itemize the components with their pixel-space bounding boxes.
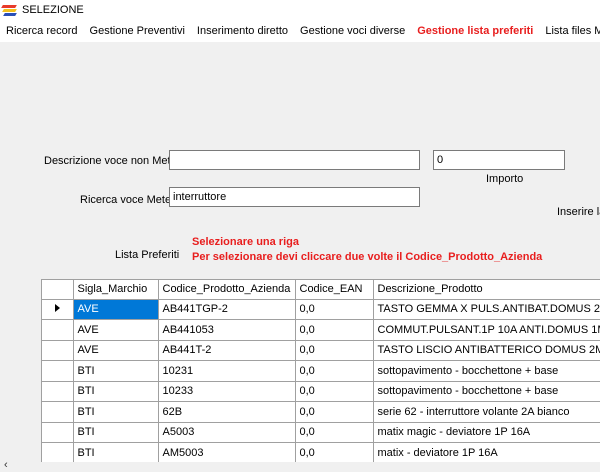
cell-codice-prodotto[interactable]: 10233 — [158, 381, 296, 402]
table-row[interactable]: AVE AB441053 0,0 COMMUT.PULSANT.1P 10A A… — [42, 319, 600, 341]
cell-descrizione[interactable]: TASTO GEMMA X PULS.ANTIBAT.DOMUS 2M — [373, 299, 600, 320]
hint-line1: Selezionare una riga — [192, 236, 299, 248]
ricerca-input[interactable] — [169, 187, 420, 207]
tab-gestione-voci-diverse[interactable]: Gestione voci diverse — [294, 20, 411, 42]
row-header[interactable] — [42, 340, 74, 361]
cell-codice-prodotto[interactable]: 10231 — [158, 360, 296, 382]
cell-codice-ean[interactable]: 0,0 — [295, 381, 374, 402]
cell-codice-prodotto[interactable]: AM5003 — [158, 442, 296, 462]
table-row[interactable]: BTI AM5003 0,0 matix - deviatore 1P 16A — [42, 442, 600, 462]
descrizione-label: Descrizione voce non Metel — [44, 155, 180, 167]
cell-sigla-marchio[interactable]: BTI — [73, 442, 159, 462]
table-row[interactable]: BTI A5003 0,0 matix magic - deviatore 1P… — [42, 422, 600, 443]
cell-codice-prodotto[interactable]: AB441TGP-2 — [158, 299, 296, 320]
cell-sigla-marchio[interactable]: BTI — [73, 360, 159, 382]
cell-sigla-marchio[interactable]: BTI — [73, 422, 159, 443]
cell-sigla-marchio[interactable]: AVE — [73, 299, 159, 320]
cell-sigla-marchio[interactable]: BTI — [73, 381, 159, 402]
cell-codice-ean[interactable]: 0,0 — [295, 340, 374, 361]
row-header[interactable] — [42, 299, 74, 320]
cell-codice-prodotto[interactable]: 62B — [158, 401, 296, 423]
cell-codice-ean[interactable]: 0,0 — [295, 422, 374, 443]
col-descrizione-prodotto[interactable]: Descrizione_Prodotto — [373, 280, 600, 300]
col-sigla-marchio[interactable]: Sigla_Marchio — [73, 280, 159, 300]
col-codice-ean[interactable]: Codice_EAN — [295, 280, 374, 300]
cell-codice-ean[interactable]: 0,0 — [295, 360, 374, 382]
cell-descrizione[interactable]: matix - deviatore 1P 16A — [373, 442, 600, 462]
lista-preferiti-label: Lista Preferiti — [115, 249, 180, 261]
cell-codice-ean[interactable]: 0,0 — [295, 401, 374, 423]
cell-sigla-marchio[interactable]: AVE — [73, 319, 159, 341]
cell-codice-prodotto[interactable]: AB441053 — [158, 319, 296, 341]
cell-descrizione[interactable]: sottopavimento - bocchettone + base — [373, 360, 600, 382]
cell-codice-prodotto[interactable]: AB441T-2 — [158, 340, 296, 361]
grid-header-row: Sigla_Marchio Codice_Prodotto_Azienda Co… — [42, 280, 600, 300]
ricerca-label: Ricerca voce Metel — [80, 194, 174, 206]
tab-inserimento-diretto[interactable]: Inserimento diretto — [191, 20, 294, 42]
cell-descrizione[interactable]: COMMUT.PULSANT.1P 10A ANTI.DOMUS 1M — [373, 319, 600, 341]
row-header[interactable] — [42, 422, 74, 443]
descrizione-input[interactable] — [169, 150, 420, 170]
table-row[interactable]: AVE AB441T-2 0,0 TASTO LISCIO ANTIBATTER… — [42, 340, 600, 361]
cell-codice-ean[interactable]: 0,0 — [295, 319, 374, 341]
cell-sigla-marchio[interactable]: BTI — [73, 401, 159, 423]
tab-gestione-preventivi[interactable]: Gestione Preventivi — [84, 20, 191, 42]
col-codice-prodotto-azienda[interactable]: Codice_Prodotto_Azienda — [158, 280, 296, 300]
tab-gestione-lista-preferiti[interactable]: Gestione lista preferiti — [411, 20, 539, 42]
row-header-corner — [42, 280, 74, 300]
importo-label: Importo — [486, 173, 524, 185]
table-row[interactable]: BTI 10233 0,0 sottopavimento - bocchetto… — [42, 381, 600, 402]
inserire-label: Inserire la — [557, 206, 600, 218]
tab-ricerca-record[interactable]: Ricerca record — [0, 20, 84, 42]
importo-input[interactable] — [433, 150, 565, 170]
cell-descrizione[interactable]: sottopavimento - bocchettone + base — [373, 381, 600, 402]
cell-descrizione[interactable]: TASTO LISCIO ANTIBATTERICO DOMUS 2M — [373, 340, 600, 361]
preferiti-grid[interactable]: Sigla_Marchio Codice_Prodotto_Azienda Co… — [41, 279, 600, 462]
hint-line2: Per selezionare devi cliccare due volte … — [192, 251, 543, 263]
row-header[interactable] — [42, 319, 74, 341]
table-row[interactable]: AVE AB441TGP-2 0,0 TASTO GEMMA X PULS.AN… — [42, 299, 600, 320]
title-bar: SELEZIONE — [0, 0, 600, 20]
row-header[interactable] — [42, 360, 74, 382]
table-row[interactable]: BTI 62B 0,0 serie 62 - interruttore vola… — [42, 401, 600, 423]
cell-codice-ean[interactable]: 0,0 — [295, 442, 374, 462]
table-row[interactable]: BTI 10231 0,0 sottopavimento - bocchetto… — [42, 360, 600, 382]
window-title: SELEZIONE — [22, 4, 84, 16]
row-header[interactable] — [42, 381, 74, 402]
cell-descrizione[interactable]: serie 62 - interruttore volante 2A bianc… — [373, 401, 600, 423]
current-row-arrow-icon — [54, 304, 60, 313]
tab-lista-files-metel[interactable]: Lista files Metel — [539, 20, 600, 42]
cell-descrizione[interactable]: matix magic - deviatore 1P 16A — [373, 422, 600, 443]
app-icon — [1, 3, 18, 17]
cell-sigla-marchio[interactable]: AVE — [73, 340, 159, 361]
row-header[interactable] — [42, 401, 74, 423]
horizontal-scrollbar[interactable]: ‹ — [0, 459, 600, 472]
cell-codice-prodotto[interactable]: A5003 — [158, 422, 296, 443]
cell-codice-ean[interactable]: 0,0 — [295, 299, 374, 320]
menu-bar: Ricerca record Gestione Preventivi Inser… — [0, 20, 600, 42]
scroll-left-arrow-icon[interactable]: ‹ — [4, 459, 8, 471]
row-header[interactable] — [42, 442, 74, 462]
